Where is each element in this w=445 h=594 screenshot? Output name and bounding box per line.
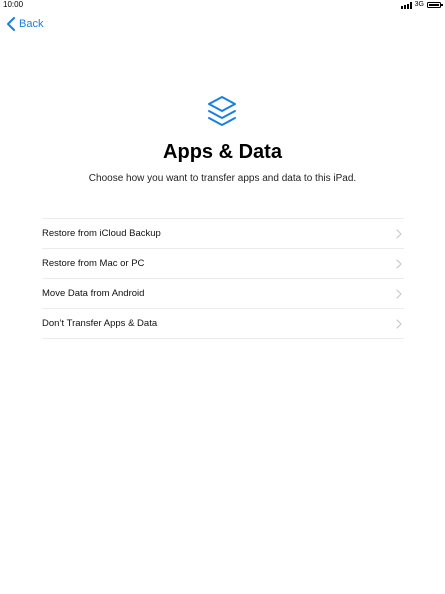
option-restore-icloud[interactable]: Restore from iCloud Backup <box>42 219 404 249</box>
chevron-right-icon <box>396 228 402 239</box>
status-bar: 10:00 3G <box>0 0 445 12</box>
option-label: Don’t Transfer Apps & Data <box>42 318 158 329</box>
transfer-options-list: Restore from iCloud Backup Restore from … <box>42 218 404 339</box>
option-restore-mac-pc[interactable]: Restore from Mac or PC <box>42 249 404 279</box>
option-dont-transfer[interactable]: Don’t Transfer Apps & Data <box>42 309 404 339</box>
signal-icon <box>400 1 412 9</box>
chevron-right-icon <box>396 258 402 269</box>
chevron-left-icon <box>7 17 15 31</box>
back-label: Back <box>19 18 44 30</box>
status-indicators: 3G <box>400 1 443 9</box>
page-title: Apps & Data <box>163 141 282 163</box>
option-move-from-android[interactable]: Move Data from Android <box>42 279 404 309</box>
back-button[interactable]: Back <box>6 17 43 31</box>
option-label: Restore from Mac or PC <box>42 258 145 269</box>
status-time: 10:00 <box>3 0 24 9</box>
network-type: 3G <box>414 1 424 8</box>
chevron-right-icon <box>396 318 402 329</box>
page-subtitle: Choose how you want to transfer apps and… <box>88 173 357 184</box>
layers-stack-icon <box>208 96 236 126</box>
option-label: Move Data from Android <box>42 288 145 299</box>
option-label: Restore from iCloud Backup <box>42 228 161 239</box>
chevron-right-icon <box>396 288 402 299</box>
battery-icon <box>427 2 443 8</box>
